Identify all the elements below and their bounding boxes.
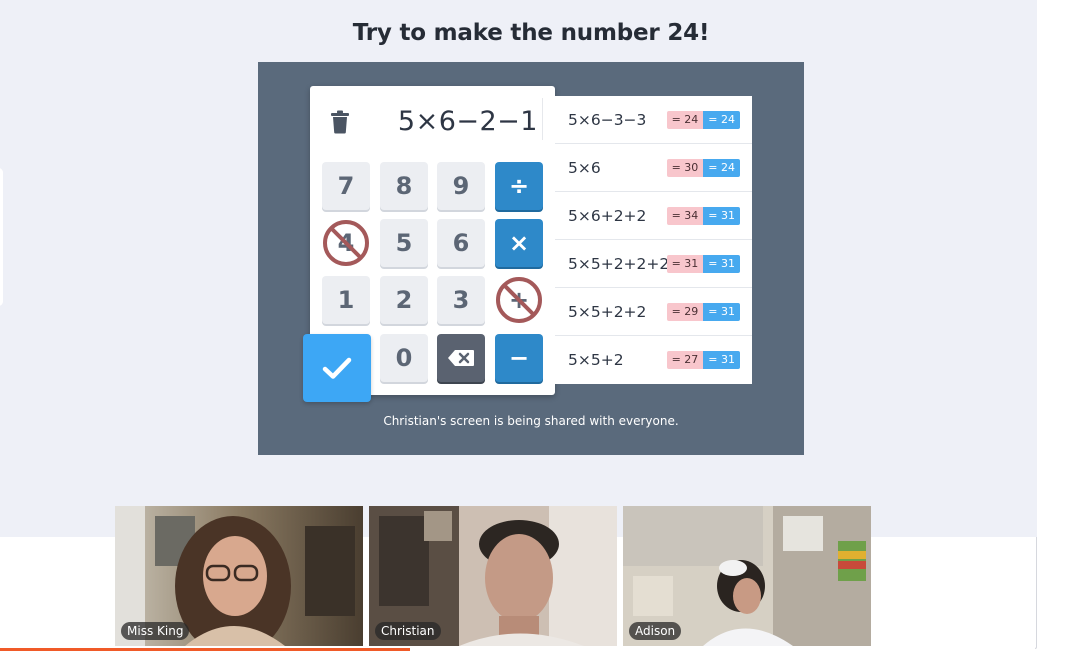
history-row: 5×6+2+2 = 34 = 31 bbox=[555, 192, 752, 240]
history-badges: = 30 = 24 bbox=[666, 159, 740, 177]
result-badge: = 34 bbox=[666, 207, 704, 225]
history-list: 5×6−3−3 = 24 = 24 5×6 = 30 = 24 5×6+2+2 … bbox=[555, 96, 752, 384]
checkmark-icon bbox=[322, 357, 352, 379]
participant-name: Miss King bbox=[121, 622, 190, 640]
history-expression: 5×6+2+2 bbox=[568, 207, 647, 225]
backspace-button[interactable] bbox=[437, 334, 485, 382]
history-badges: = 27 = 31 bbox=[666, 351, 740, 369]
display-divider bbox=[542, 98, 543, 140]
right-margin bbox=[1037, 0, 1075, 651]
history-row: 5×5+2+2 = 29 = 31 bbox=[555, 288, 752, 336]
history-badges: = 24 = 24 bbox=[666, 111, 740, 129]
key-minus[interactable]: − bbox=[495, 334, 543, 382]
video-tile-christian[interactable]: Christian bbox=[369, 506, 617, 646]
key-0[interactable]: 0 bbox=[380, 334, 428, 382]
submit-button[interactable] bbox=[303, 334, 371, 402]
key-divide[interactable]: ÷ bbox=[495, 162, 543, 210]
key-7[interactable]: 7 bbox=[322, 162, 370, 210]
participant-name: Christian bbox=[375, 622, 441, 640]
key-8[interactable]: 8 bbox=[380, 162, 428, 210]
key-5[interactable]: 5 bbox=[380, 219, 428, 267]
history-row: 5×6−3−3 = 24 = 24 bbox=[555, 96, 752, 144]
key-3[interactable]: 3 bbox=[437, 276, 485, 324]
target-badge: = 31 bbox=[703, 351, 740, 369]
key-1[interactable]: 1 bbox=[322, 276, 370, 324]
video-tile-adison[interactable]: Adison bbox=[623, 506, 871, 646]
key-2[interactable]: 2 bbox=[380, 276, 428, 324]
history-badges: = 34 = 31 bbox=[666, 207, 740, 225]
target-badge: = 31 bbox=[703, 255, 740, 273]
history-expression: 5×5+2+2+2 bbox=[568, 255, 670, 273]
frame-corner bbox=[1035, 537, 1037, 649]
history-expression: 5×5+2+2 bbox=[568, 303, 647, 321]
result-badge: = 30 bbox=[666, 159, 704, 177]
history-expression: 5×6 bbox=[568, 159, 601, 177]
trash-icon[interactable] bbox=[330, 110, 350, 134]
result-badge: = 29 bbox=[666, 303, 704, 321]
prohibited-icon bbox=[323, 220, 369, 266]
result-badge: = 27 bbox=[666, 351, 704, 369]
prohibited-icon bbox=[496, 277, 542, 323]
key-4-disabled: 4 bbox=[322, 219, 370, 267]
video-tile-miss-king[interactable]: Miss King bbox=[115, 506, 363, 646]
target-badge: = 24 bbox=[703, 111, 740, 129]
expression-display: 5×6−2−1 bbox=[397, 106, 538, 137]
target-badge: = 31 bbox=[703, 207, 740, 225]
backspace-icon bbox=[448, 350, 474, 366]
result-badge: = 31 bbox=[666, 255, 704, 273]
key-6[interactable]: 6 bbox=[437, 219, 485, 267]
participant-name: Adison bbox=[629, 622, 682, 640]
history-badges: = 29 = 31 bbox=[666, 303, 740, 321]
history-expression: 5×6−3−3 bbox=[568, 111, 647, 129]
key-plus-disabled: + bbox=[495, 276, 543, 324]
side-panel-edge bbox=[0, 168, 3, 306]
target-badge: = 24 bbox=[703, 159, 740, 177]
key-9[interactable]: 9 bbox=[437, 162, 485, 210]
history-row: 5×6 = 30 = 24 bbox=[555, 144, 752, 192]
key-multiply[interactable]: × bbox=[495, 219, 543, 267]
history-row: 5×5+2+2+2 = 31 = 31 bbox=[555, 240, 752, 288]
history-row: 5×5+2 = 27 = 31 bbox=[555, 336, 752, 384]
history-badges: = 31 = 31 bbox=[666, 255, 740, 273]
share-notice: Christian's screen is being shared with … bbox=[383, 414, 679, 428]
target-badge: = 31 bbox=[703, 303, 740, 321]
history-expression: 5×5+2 bbox=[568, 351, 624, 369]
result-badge: = 24 bbox=[666, 111, 704, 129]
page-title: Try to make the number 24! bbox=[352, 20, 710, 46]
